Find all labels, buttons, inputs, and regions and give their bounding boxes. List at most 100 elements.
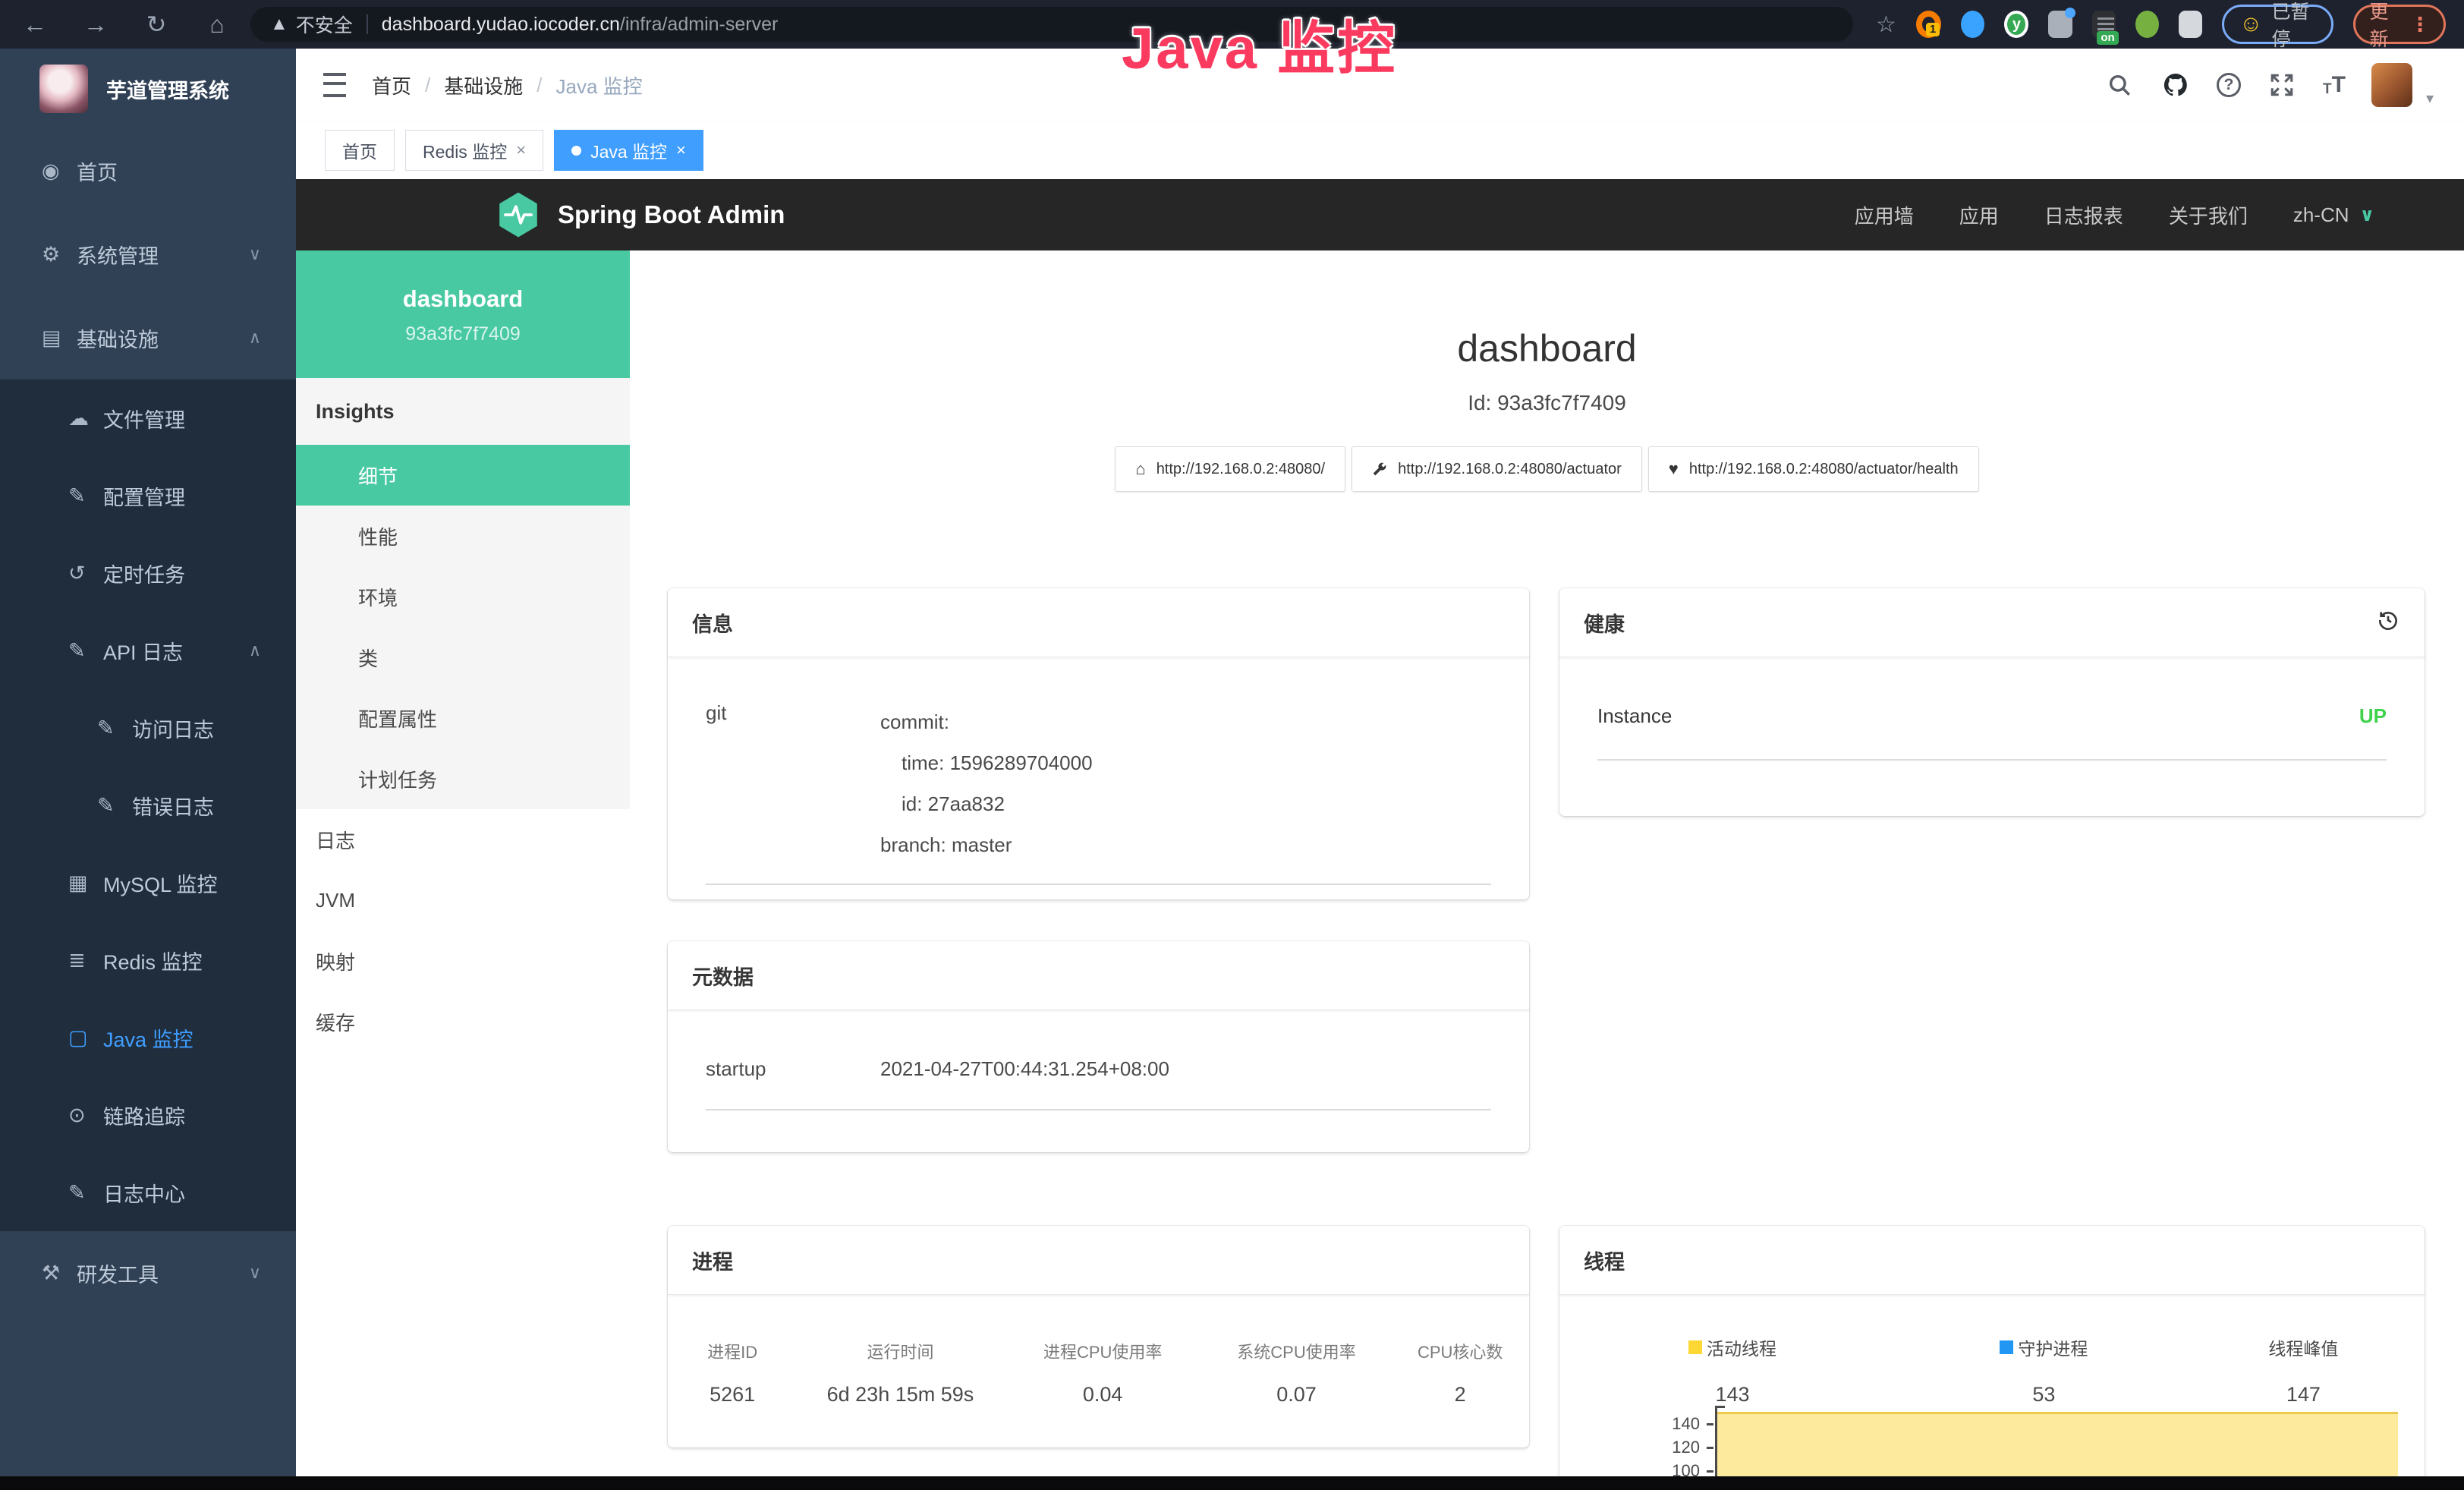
y-tick-mark [1707,1447,1713,1449]
nav-item-caches[interactable]: 缓存 [296,991,630,1052]
sba-brand[interactable]: Spring Boot Admin [497,191,785,238]
sba-nav-wallboard[interactable]: 应用墙 [1855,201,1914,229]
sidebar-item-accesslog[interactable]: ✎ 访问日志 [0,689,296,767]
github-icon[interactable] [2160,70,2191,100]
monitor-icon: ▤ [42,326,77,350]
history-icon[interactable] [2376,608,2400,638]
git-time-line: time: 1596289704000 [880,742,1093,783]
extension-pin-icon[interactable] [1961,11,1984,38]
sidebar-item-infra[interactable]: ▤ 基础设施 ∧ [0,296,296,380]
search-icon[interactable] [2104,70,2135,100]
legend-live-value: 143 [1715,1383,1749,1407]
browser-update-button[interactable]: 更新 ⋮ [2353,5,2445,44]
security-label[interactable]: 不安全 [296,11,353,38]
log-edit-icon: ✎ [68,1181,103,1205]
sba-nav-about[interactable]: 关于我们 [2169,201,2248,229]
chevron-down-icon: ∨ [2360,204,2375,226]
breadcrumb-home[interactable]: 首页 [372,71,411,99]
sidebar-item-logcenter[interactable]: ✎ 日志中心 [0,1154,296,1231]
process-table-header: 进程ID 运行时间 进程CPU使用率 系统CPU使用率 CPU核心数 [668,1339,1529,1363]
help-icon[interactable]: ? [2217,73,2241,97]
sidebar-item-redis[interactable]: ≣ Redis 监控 [0,921,296,999]
address-bar[interactable]: ▲ 不安全 dashboard.yudao.iocoder.cn /infra/… [250,7,1853,42]
health-url-button[interactable]: ♥ http://192.168.0.2:48080/actuator/heal… [1648,446,1979,492]
sidebar-item-mysql[interactable]: ▦ MySQL 监控 [0,844,296,921]
sba-nav-journal[interactable]: 日志报表 [2044,201,2123,229]
nav-item-jvm[interactable]: JVM [296,870,630,931]
extension-orange-icon[interactable]: 1 [1916,11,1941,38]
hamburger-icon[interactable] [323,73,346,97]
actuator-url-button[interactable]: http://192.168.0.2:48080/actuator [1352,446,1642,492]
sidebar-item-config[interactable]: ✎ 配置管理 [0,457,296,534]
nav-item-metrics[interactable]: 性能 [296,506,630,566]
close-icon[interactable]: × [516,140,526,160]
tab-home[interactable]: 首页 [325,130,395,171]
sidebar-item-errorlog[interactable]: ✎ 错误日志 [0,767,296,844]
val-pid: 5261 [668,1383,797,1407]
forward-icon[interactable]: → [82,11,109,39]
fullscreen-icon[interactable] [2267,70,2297,100]
git-commit-line: commit: [880,701,1093,742]
sidebar-item-home[interactable]: ◉ 首页 [0,129,296,213]
extension-green-icon[interactable]: y [2004,11,2028,38]
sba-nav-applications[interactable]: 应用 [1959,201,1999,229]
col-uptime: 运行时间 [797,1339,1003,1363]
instance-sidebar: dashboard 93a3fc7f7409 Insights 细节 性能 环境… [296,250,630,1476]
val-uptime: 6d 23h 15m 59s [797,1383,1003,1407]
nav-item-scheduledtasks[interactable]: 计划任务 [296,748,630,809]
bottom-edge-strip [0,1476,2464,1490]
avatar-caret-icon[interactable]: ▾ [2426,89,2434,108]
nav-item-classes[interactable]: 类 [296,627,630,688]
back-icon[interactable]: ← [21,11,49,39]
sba-locale-select[interactable]: zh-CN ∨ [2293,203,2374,227]
insights-section-title: Insights [296,378,630,445]
metadata-row-label: startup [706,1057,880,1109]
close-icon[interactable]: × [676,140,686,160]
nav-item-env[interactable]: 环境 [296,566,630,627]
warning-icon: ▲ [270,14,288,35]
breadcrumb-separator: / [425,74,430,97]
info-card: 信息 git commit: time: 1596289704000 id: 2… [668,588,1529,899]
sidebar-item-label: API 日志 [103,636,183,666]
sidebar-item-java[interactable]: ▢ Java 监控 [0,999,296,1076]
menu-dots-icon[interactable]: ⋮ [2410,13,2430,36]
profile-paused-chip[interactable]: ☺ 已暂停 [2222,5,2334,44]
nav-item-configprops[interactable]: 配置属性 [296,688,630,748]
sidebar-item-trace[interactable]: ⊙ 链路追踪 [0,1076,296,1154]
extension-switch-icon[interactable]: on [2092,11,2116,38]
sidebar-item-file[interactable]: ☁ 文件管理 [0,380,296,457]
sba-title: Spring Boot Admin [558,200,785,229]
sidebar-item-apilog[interactable]: ✎ API 日志 ∧ [0,612,296,689]
wrench-icon [1372,461,1387,477]
user-avatar[interactable] [2371,63,2412,107]
nav-item-logfile[interactable]: 日志 [296,809,630,870]
page-title: dashboard [630,326,2464,370]
val-process-cpu: 0.04 [1004,1383,1202,1407]
sidebar: 芋道管理系统 ◉ 首页 ⚙ 系统管理 ∨ ▤ 基础设施 ∧ ☁ 文件管理 [0,49,296,1476]
reload-icon[interactable]: ↻ [143,10,170,39]
breadcrumb-infra[interactable]: 基础设施 [444,71,523,99]
sidebar-item-job[interactable]: ↺ 定时任务 [0,534,296,612]
nav-item-mappings[interactable]: 映射 [296,931,630,991]
extension-badge: 1 [1926,23,1940,36]
service-url-button[interactable]: ⌂ http://192.168.0.2:48080/ [1115,446,1345,492]
extension-leaf-icon[interactable] [2135,11,2159,38]
info-row-value: commit: time: 1596289704000 id: 27aa832 … [880,701,1093,865]
font-size-icon[interactable]: TT [2323,72,2346,98]
sidebar-item-system[interactable]: ⚙ 系统管理 ∨ [0,213,296,296]
extension-grid-icon[interactable] [2048,11,2072,38]
extensions-puzzle-icon[interactable] [2179,11,2202,38]
sidebar-item-devtools[interactable]: ⚒ 研发工具 ∨ [0,1231,296,1315]
bookmark-star-icon[interactable]: ☆ [1876,11,1896,38]
app-logo-row[interactable]: 芋道管理系统 [0,49,296,129]
nav-item-details[interactable]: 细节 [296,445,630,506]
edit-icon: ✎ [68,484,103,508]
legend-yellow-swatch [1688,1340,1702,1354]
y-tick-mark [1707,1470,1713,1473]
annotation-text: Java 监控 [1122,2,1397,85]
url-domain: dashboard.yudao.iocoder.cn [382,14,620,36]
tab-java[interactable]: Java 监控 × [554,130,703,171]
card-title: 信息 [692,608,733,638]
tab-redis[interactable]: Redis 监控 × [405,130,543,171]
home-icon[interactable]: ⌂ [203,11,231,39]
